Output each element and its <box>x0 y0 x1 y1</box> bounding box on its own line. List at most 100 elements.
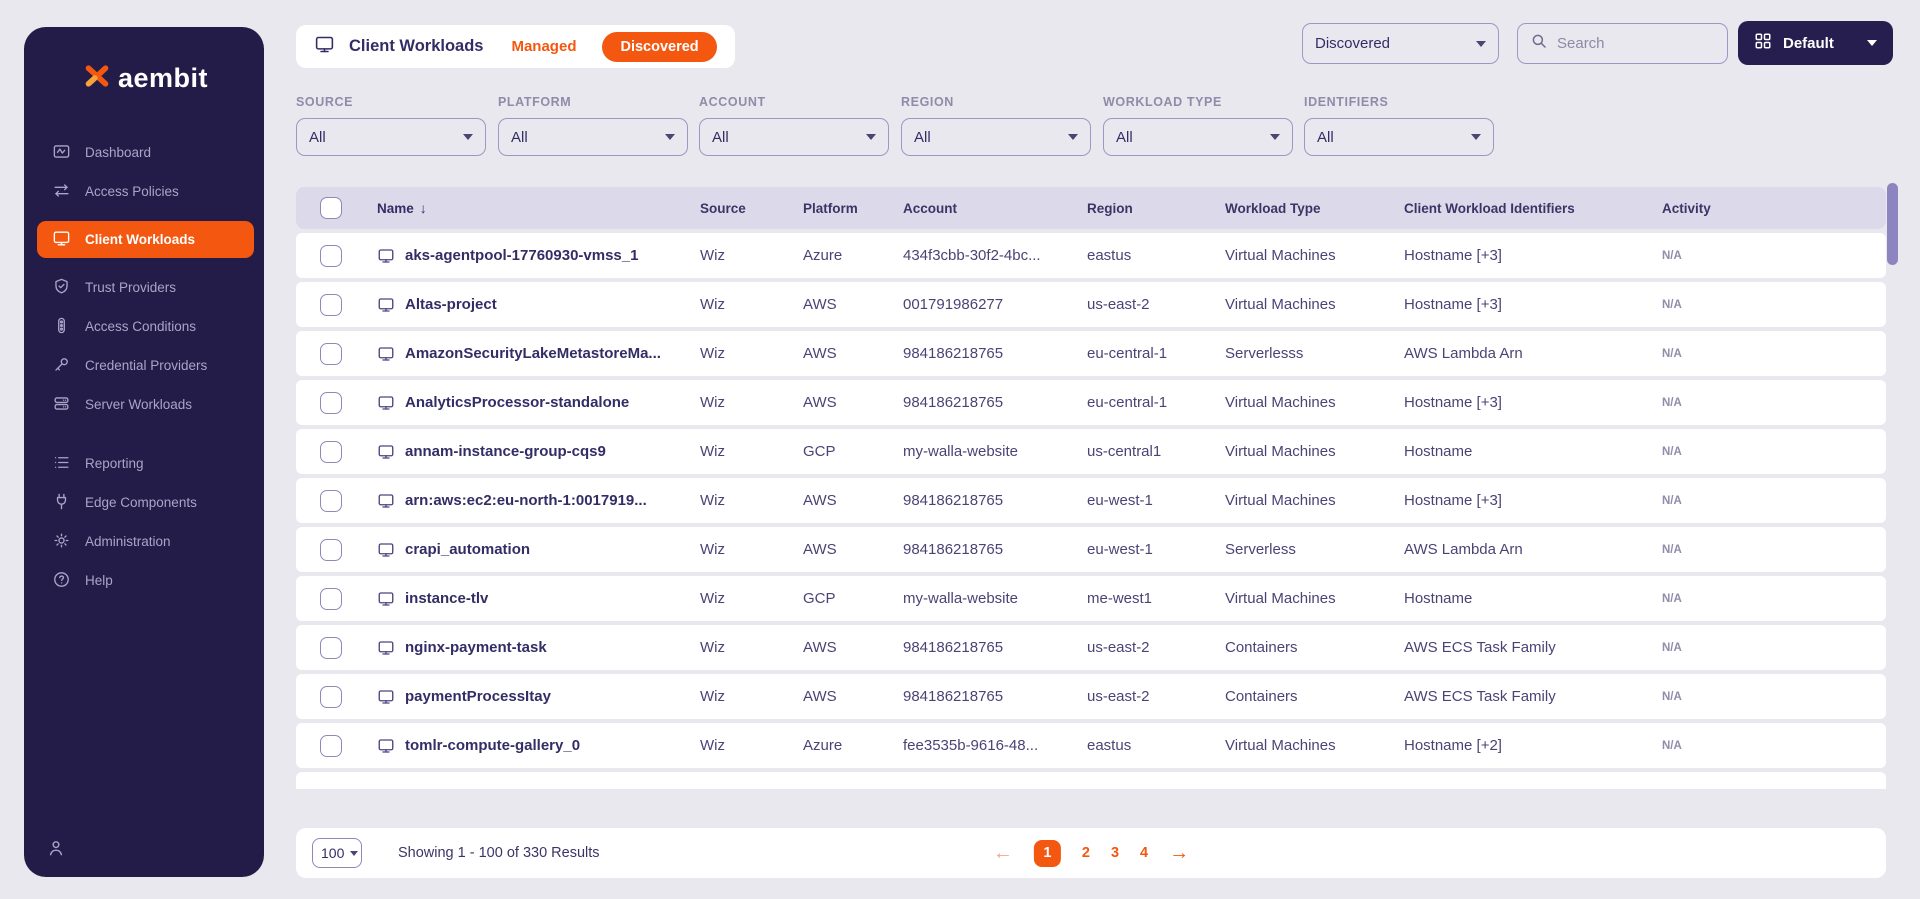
previous-page-arrow-icon[interactable]: ← <box>993 843 1013 863</box>
page-button-3[interactable]: 3 <box>1111 845 1119 861</box>
page-button-4[interactable]: 4 <box>1140 845 1148 861</box>
workload-name-link[interactable]: instance-tlv <box>405 590 488 607</box>
tab-discovered[interactable]: Discovered <box>602 31 717 62</box>
filter-source-dropdown[interactable]: All <box>296 118 486 156</box>
sidebar-item-help[interactable]: Help <box>24 561 264 600</box>
workload-name-link[interactable]: arn:aws:ec2:eu-north-1:0017919... <box>405 492 647 509</box>
administration-icon <box>52 531 71 553</box>
row-checkbox[interactable] <box>320 391 342 414</box>
sidebar-item-dashboard[interactable]: Dashboard <box>24 133 264 172</box>
select-all-checkbox[interactable] <box>320 197 342 219</box>
table-row[interactable]: tomlr-compute-gallery_0 Wiz Azure fee353… <box>296 723 1886 768</box>
column-header-identifiers[interactable]: Client Workload Identifiers <box>1404 201 1662 216</box>
user-avatar-icon[interactable] <box>46 838 66 863</box>
sidebar-item-label: Trust Providers <box>85 280 177 295</box>
table-row[interactable]: Altas-project Wiz AWS 001791986277 us-ea… <box>296 282 1886 327</box>
cell-region: eastus <box>1087 247 1132 264</box>
view-filter-dropdown[interactable]: Discovered <box>1302 23 1499 64</box>
cell-workload-type: Virtual Machines <box>1225 590 1336 607</box>
sidebar-item-server-workloads[interactable]: Server Workloads <box>24 385 264 424</box>
search-box[interactable] <box>1517 23 1728 64</box>
cell-identifiers: Hostname [+3] <box>1404 247 1502 264</box>
row-checkbox[interactable] <box>320 244 342 267</box>
cell-account: 984186218765 <box>903 639 1004 656</box>
chevron-down-icon <box>463 134 473 140</box>
sidebar-item-administration[interactable]: Administration <box>24 522 264 561</box>
table-row[interactable]: AmazonSecurityLakeMetastoreMa... Wiz AWS… <box>296 331 1886 376</box>
cell-source: Wiz <box>700 443 725 460</box>
column-header-account[interactable]: Account <box>903 201 1087 216</box>
search-input[interactable] <box>1557 35 1697 52</box>
table-row[interactable]: AnalyticsProcessor-standalone Wiz AWS 98… <box>296 380 1886 425</box>
cell-platform: GCP <box>803 590 836 607</box>
table-row[interactable]: annam-instance-group-cqs9 Wiz GCP my-wal… <box>296 429 1886 474</box>
column-header-source[interactable]: Source <box>700 201 803 216</box>
filter-region: REGION All <box>901 95 1091 156</box>
results-summary: Showing 1 - 100 of 330 Results <box>398 845 600 861</box>
workload-monitor-icon <box>377 247 395 265</box>
filter-region-dropdown[interactable]: All <box>901 118 1091 156</box>
table-row[interactable]: arn:aws:ec2:eu-north-1:0017919... Wiz AW… <box>296 478 1886 523</box>
sidebar-item-access-policies[interactable]: Access Policies <box>24 172 264 211</box>
workload-name-link[interactable]: AmazonSecurityLakeMetastoreMa... <box>405 345 661 362</box>
workload-name-link[interactable]: tomlr-compute-gallery_0 <box>405 737 580 754</box>
tab-managed[interactable]: Managed <box>511 38 576 55</box>
sidebar-item-reporting[interactable]: Reporting <box>24 444 264 483</box>
cell-account: 984186218765 <box>903 541 1004 558</box>
workload-name-link[interactable]: nginx-payment-task <box>405 639 547 656</box>
page-button-1[interactable]: 1 <box>1033 839 1061 867</box>
table-row[interactable]: aks-agentpool-17760930-vmss_1 Wiz Azure … <box>296 233 1886 278</box>
next-page-arrow-icon[interactable]: → <box>1169 843 1189 863</box>
cell-activity: N/A <box>1662 690 1682 703</box>
column-header-region[interactable]: Region <box>1087 201 1225 216</box>
filter-identifiers-dropdown[interactable]: All <box>1304 118 1494 156</box>
row-checkbox[interactable] <box>320 685 342 708</box>
table-row[interactable]: paymentProcessItay Wiz AWS 984186218765 … <box>296 674 1886 719</box>
layout-default-button[interactable]: Default <box>1738 21 1893 65</box>
row-checkbox[interactable] <box>320 489 342 512</box>
cell-source: Wiz <box>700 688 725 705</box>
row-checkbox[interactable] <box>320 538 342 561</box>
vertical-scrollbar-thumb[interactable] <box>1887 183 1898 265</box>
access-policies-icon <box>52 181 71 203</box>
workload-name-link[interactable]: AnalyticsProcessor-standalone <box>405 394 629 411</box>
filter-account-dropdown[interactable]: All <box>699 118 889 156</box>
row-checkbox[interactable] <box>320 587 342 610</box>
workload-name-link[interactable]: Altas-project <box>405 296 497 313</box>
table-row[interactable]: instance-tlv Wiz GCP my-walla-website me… <box>296 576 1886 621</box>
page-size-dropdown[interactable]: 100 <box>312 838 362 868</box>
cell-platform: AWS <box>803 639 837 656</box>
sidebar-item-credential-providers[interactable]: Credential Providers <box>24 346 264 385</box>
workload-name-link[interactable]: annam-instance-group-cqs9 <box>405 443 606 460</box>
sidebar-item-access-conditions[interactable]: Access Conditions <box>24 307 264 346</box>
row-checkbox[interactable] <box>320 734 342 757</box>
sidebar-item-client-workloads[interactable]: Client Workloads <box>37 221 254 258</box>
table-row[interactable]: crapi_automation Wiz AWS 984186218765 eu… <box>296 527 1886 572</box>
layout-button-label: Default <box>1783 34 1834 52</box>
row-checkbox[interactable] <box>320 636 342 659</box>
cell-workload-type: Serverless <box>1225 541 1296 558</box>
sidebar-item-label: Server Workloads <box>85 397 193 412</box>
row-checkbox[interactable] <box>320 440 342 463</box>
cell-platform: AWS <box>803 688 837 705</box>
row-checkbox[interactable] <box>320 293 342 316</box>
cell-region: eu-central-1 <box>1087 394 1168 411</box>
column-header-activity[interactable]: Activity <box>1662 201 1886 216</box>
cell-platform: Azure <box>803 247 843 264</box>
pagination-footer: 100 Showing 1 - 100 of 330 Results ← 1 2… <box>296 828 1886 878</box>
sidebar-item-edge-components[interactable]: Edge Components <box>24 483 264 522</box>
cell-account: 001791986277 <box>903 296 1004 313</box>
workload-name-link[interactable]: crapi_automation <box>405 541 530 558</box>
column-header-platform[interactable]: Platform <box>803 201 903 216</box>
row-checkbox[interactable] <box>320 342 342 365</box>
sidebar-item-trust-providers[interactable]: Trust Providers <box>24 268 264 307</box>
column-header-name[interactable]: Name ↓ <box>377 200 700 216</box>
column-header-workload-type[interactable]: Workload Type <box>1225 201 1404 216</box>
workload-monitor-icon <box>377 639 395 657</box>
page-button-2[interactable]: 2 <box>1082 845 1090 861</box>
filter-workload-type-dropdown[interactable]: All <box>1103 118 1293 156</box>
workload-name-link[interactable]: paymentProcessItay <box>405 688 551 705</box>
workload-name-link[interactable]: aks-agentpool-17760930-vmss_1 <box>405 247 638 264</box>
filter-platform-dropdown[interactable]: All <box>498 118 688 156</box>
table-row[interactable]: nginx-payment-task Wiz AWS 984186218765 … <box>296 625 1886 670</box>
